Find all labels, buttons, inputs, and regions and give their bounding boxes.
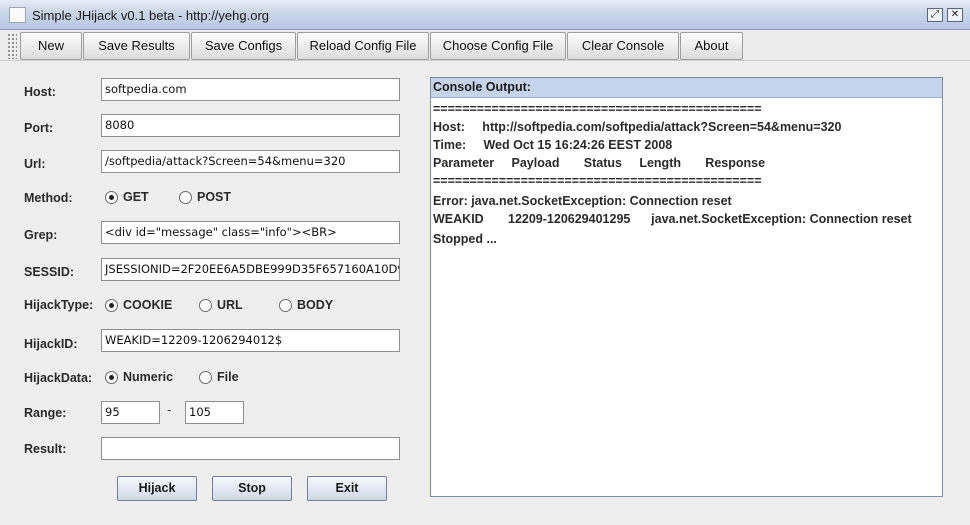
radio-selected-icon: [105, 190, 118, 204]
console-line: Parameter Payload Status Length Response: [433, 156, 766, 170]
range-from-input[interactable]: 95: [101, 401, 160, 424]
toolbar: New Save Results Save Configs Reload Con…: [0, 31, 970, 61]
hijack-type-cookie-radio[interactable]: COOKIE: [105, 295, 172, 315]
save-results-button[interactable]: Save Results: [83, 32, 190, 60]
url-label: Url:: [24, 157, 46, 171]
console-panel[interactable]: Console Output: ========================…: [430, 77, 943, 497]
restore-icon[interactable]: ⤢: [927, 8, 943, 22]
close-icon[interactable]: ✕: [947, 8, 963, 22]
console-header: Console Output:: [431, 78, 942, 98]
about-button[interactable]: About: [680, 32, 743, 60]
sessid-label: SESSID:: [24, 265, 75, 279]
grep-input[interactable]: <div id="message" class="info"><BR>: [101, 221, 400, 244]
reload-config-file-button[interactable]: Reload Config File: [297, 32, 429, 60]
range-to-input[interactable]: 105: [185, 401, 244, 424]
hijack-id-input[interactable]: WEAKID=12209-1206294012$: [101, 329, 400, 352]
console-line: ========================================…: [433, 174, 762, 188]
radio-unselected-icon: [179, 190, 192, 204]
method-post-radio[interactable]: POST: [179, 187, 231, 207]
port-label: Port:: [24, 121, 54, 135]
save-configs-button[interactable]: Save Configs: [191, 32, 296, 60]
window-title: Simple JHijack v0.1 beta - http://yehg.o…: [32, 8, 270, 23]
range-label: Range:: [24, 406, 67, 420]
console-line: WEAKID 12209-120629401295 java.net.Socke…: [433, 212, 912, 226]
method-get-radio[interactable]: GET: [105, 187, 149, 207]
url-input[interactable]: /softpedia/attack?Screen=54&menu=320: [101, 150, 400, 173]
method-label: Method:: [24, 191, 73, 205]
hijack-id-label: HijackID:: [24, 337, 78, 351]
hijack-data-label: HijackData:: [24, 371, 93, 385]
console-line: Time: Wed Oct 15 16:24:26 EEST 2008: [433, 138, 673, 152]
console-line: ========================================…: [433, 102, 762, 116]
console-line: Error: java.net.SocketException: Connect…: [433, 194, 732, 208]
toolbar-grip-icon[interactable]: [7, 33, 17, 59]
host-label: Host:: [24, 85, 56, 99]
range-separator: -: [167, 403, 172, 417]
hijack-type-body-radio[interactable]: BODY: [279, 295, 333, 315]
new-button[interactable]: New: [20, 32, 82, 60]
radio-selected-icon: [105, 370, 118, 384]
console-line: Stopped ...: [433, 232, 497, 246]
clear-console-button[interactable]: Clear Console: [567, 32, 679, 60]
hijack-data-numeric-radio[interactable]: Numeric: [105, 367, 173, 387]
radio-unselected-icon: [199, 370, 212, 384]
console-line: Host: http://softpedia.com/softpedia/att…: [433, 120, 842, 134]
hijack-data-file-radio[interactable]: File: [199, 367, 239, 387]
radio-unselected-icon: [279, 298, 292, 312]
radio-selected-icon: [105, 298, 118, 312]
grep-label: Grep:: [24, 228, 58, 242]
host-input[interactable]: softpedia.com: [101, 78, 400, 101]
hijack-button[interactable]: Hijack: [117, 476, 197, 501]
result-label: Result:: [24, 442, 67, 456]
sessid-input[interactable]: JSESSIONID=2F20EE6A5DBE999D35F657160A10D…: [101, 258, 400, 281]
hijack-type-label: HijackType:: [24, 298, 94, 312]
title-bar: Simple JHijack v0.1 beta - http://yehg.o…: [0, 0, 970, 30]
stop-button[interactable]: Stop: [212, 476, 292, 501]
hijack-type-url-radio[interactable]: URL: [199, 295, 243, 315]
exit-button[interactable]: Exit: [307, 476, 387, 501]
result-input[interactable]: [101, 437, 400, 460]
radio-unselected-icon: [199, 298, 212, 312]
port-input[interactable]: 8080: [101, 114, 400, 137]
choose-config-file-button[interactable]: Choose Config File: [430, 32, 566, 60]
app-icon: [9, 7, 26, 23]
